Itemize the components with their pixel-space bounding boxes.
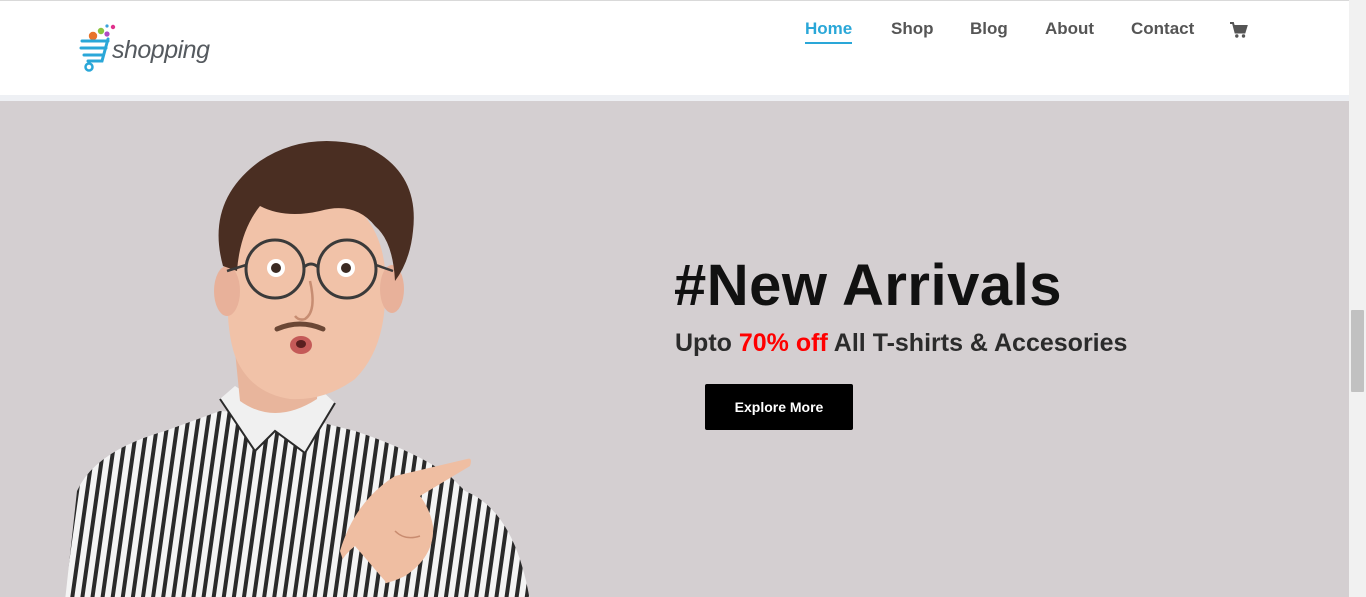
hero-discount-highlight: 70% off [738, 329, 828, 357]
hero-subline-prefix: Upto [675, 329, 739, 357]
shopping-cart-icon[interactable] [1229, 20, 1249, 40]
scrollbar-thumb[interactable] [1351, 310, 1364, 392]
nav-home[interactable]: Home [805, 19, 853, 44]
brand-logo[interactable]: shopping [78, 19, 210, 75]
vertical-scrollbar[interactable] [1349, 0, 1366, 597]
hero-subline-suffix: All T-shirts & Accesories [827, 329, 1128, 357]
hero-banner: #New Arrivals Upto 70% off All T-shirts … [0, 101, 1349, 597]
site-header: shopping Home Shop Blog About Contact [0, 1, 1349, 95]
explore-more-button[interactable]: Explore More [705, 384, 853, 430]
brand-logo-text: shopping [112, 36, 210, 64]
hero-headline: #New Arrivals [674, 253, 1063, 318]
nav-about[interactable]: About [1045, 19, 1094, 43]
hero-subline: Upto 70% off All T-shirts & Accesories [675, 329, 1127, 358]
nav-blog[interactable]: Blog [970, 19, 1008, 43]
nav-shop[interactable]: Shop [891, 19, 934, 43]
nav-contact[interactable]: Contact [1131, 19, 1194, 43]
page: shopping Home Shop Blog About Contact #N… [0, 0, 1349, 597]
hero-model-image [65, 141, 530, 597]
